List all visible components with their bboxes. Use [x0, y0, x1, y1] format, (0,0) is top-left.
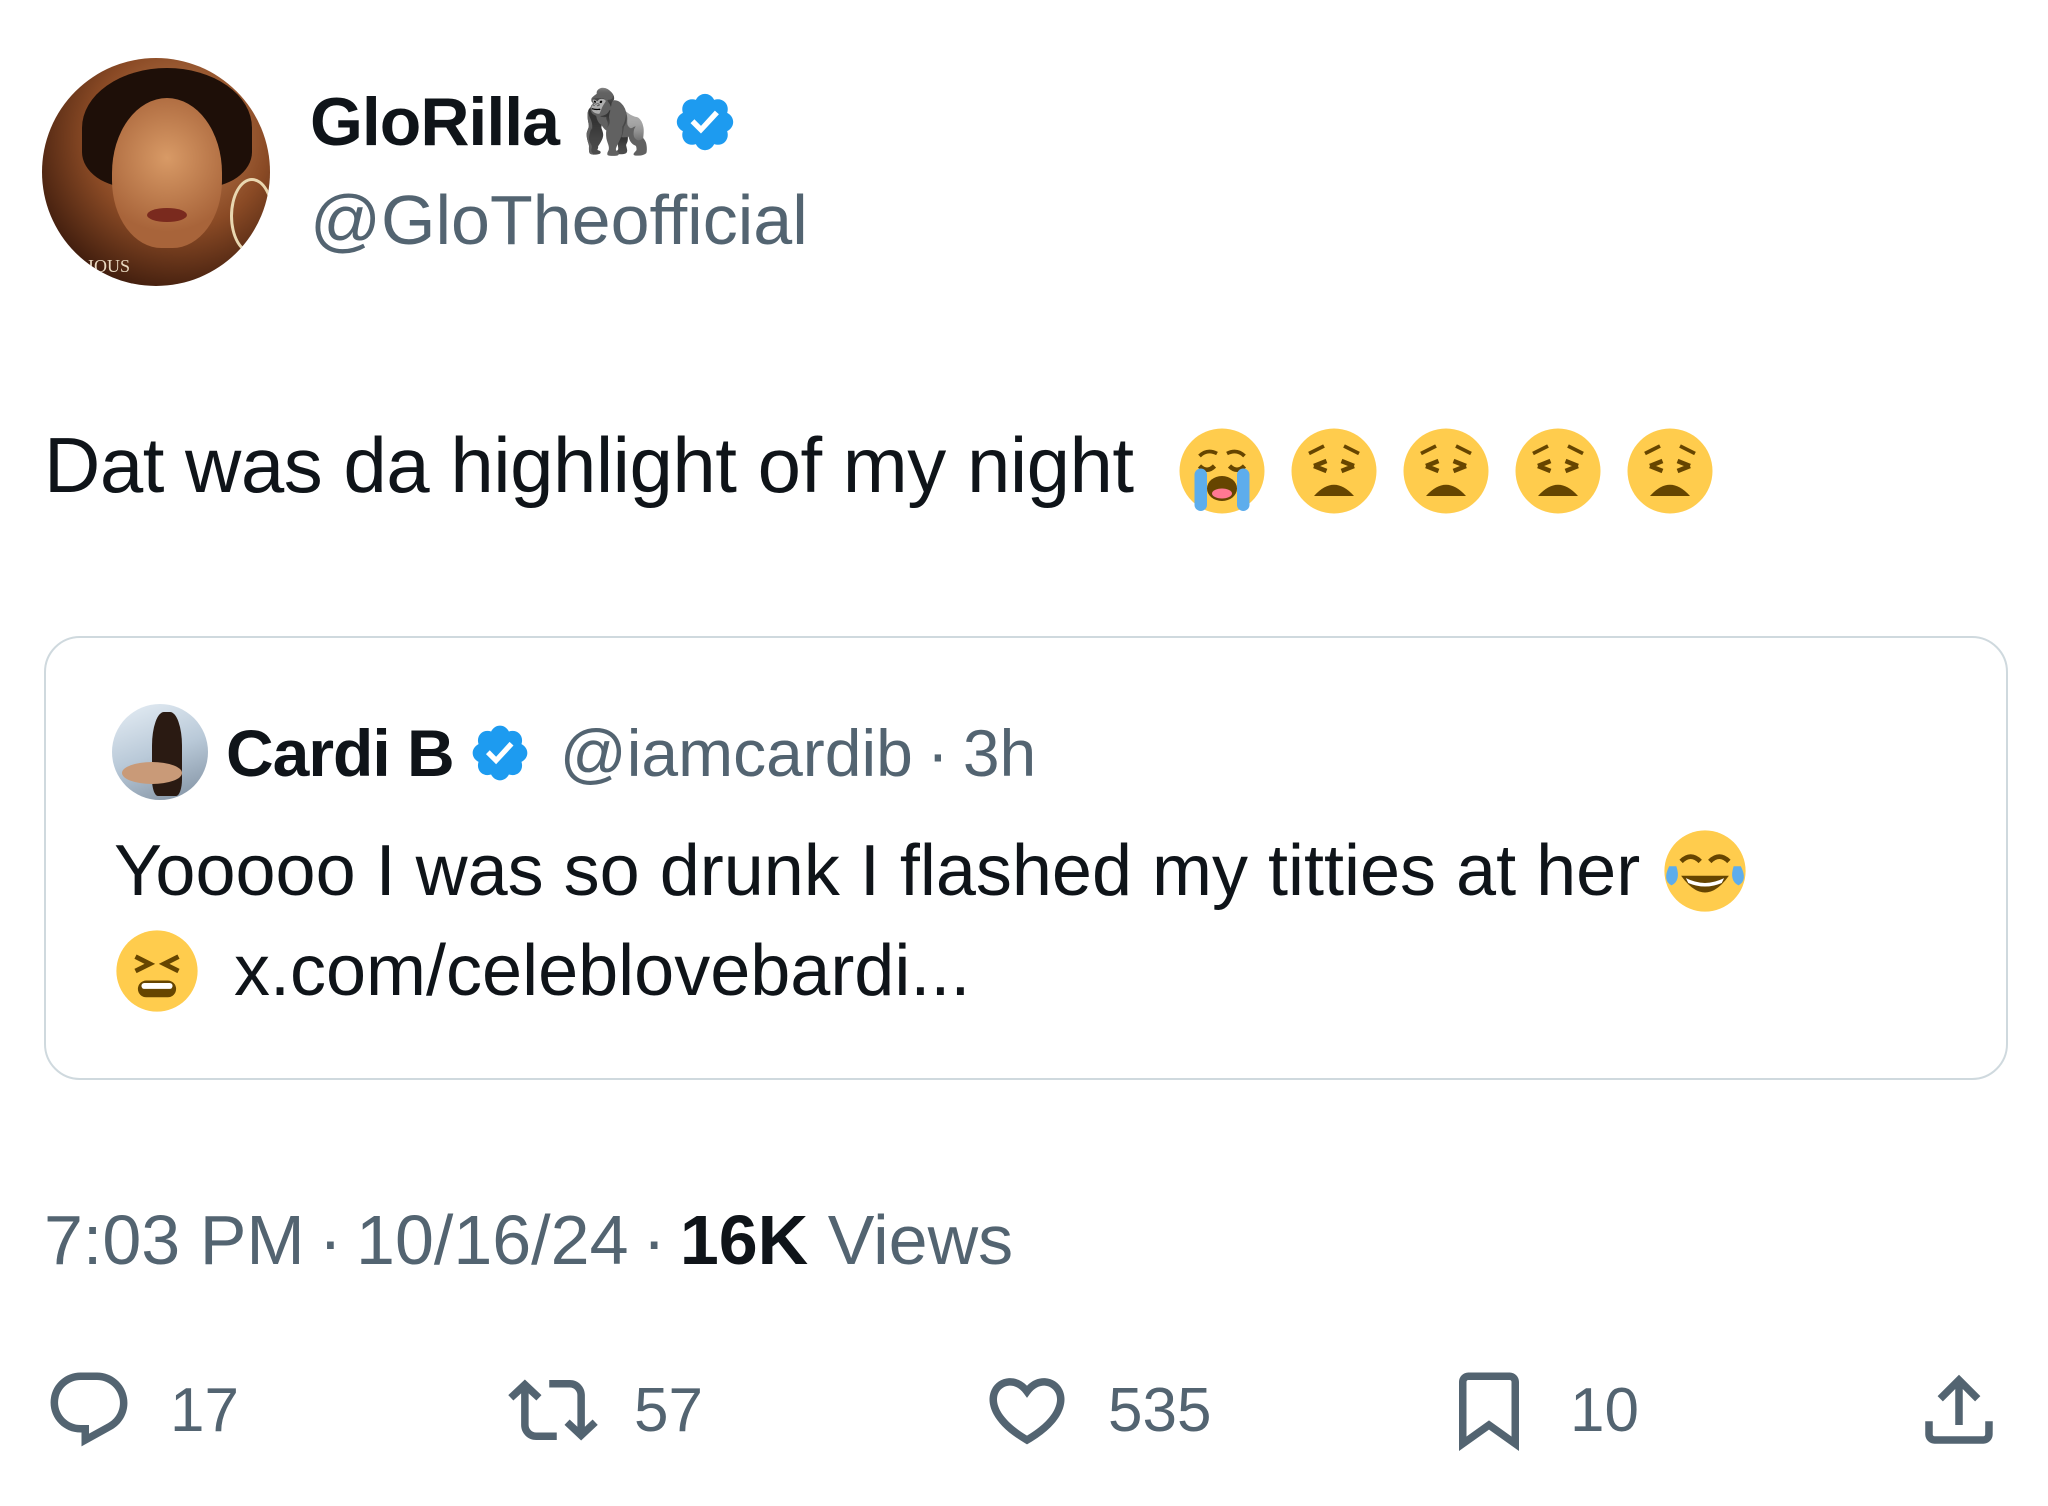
author-avatar[interactable]: IOUS	[42, 58, 270, 286]
views-count[interactable]: 16K	[680, 1201, 808, 1279]
author-handle[interactable]: @GloTheofficial	[310, 180, 808, 260]
crying-face-icon	[1179, 428, 1265, 514]
meta-separator: ·	[642, 1201, 666, 1279]
post-time[interactable]: 7:03 PM	[44, 1201, 305, 1279]
gorilla-emoji-icon: 🦍	[576, 85, 655, 158]
verified-badge-icon	[472, 725, 528, 781]
tired-face-icon	[116, 930, 198, 1012]
post-text-row: Dat was da highlight of my night	[44, 420, 1715, 516]
weary-face-icon	[1627, 428, 1713, 514]
verified-badge-icon	[676, 93, 734, 151]
reply-icon	[50, 1372, 128, 1447]
repost-button[interactable]: 57	[508, 1360, 703, 1460]
heart-icon	[989, 1378, 1065, 1445]
reply-button[interactable]: 17	[44, 1360, 239, 1460]
tweet: IOUS GloRilla 🦍 @GloTheofficial Dat was …	[0, 0, 2048, 1506]
quoted-timestamp[interactable]: 3h	[963, 715, 1036, 791]
reply-count: 17	[170, 1375, 239, 1445]
quoted-avatar-figure-detail	[122, 762, 182, 784]
bookmark-button[interactable]: 10	[1444, 1360, 1639, 1460]
like-button[interactable]: 535	[982, 1360, 1211, 1460]
quoted-text: Yooooo I was so drunk I flashed my titti…	[114, 831, 1641, 911]
avatar-lips	[147, 208, 187, 222]
avatar-earring	[230, 178, 270, 254]
meta-separator: ·	[318, 1201, 343, 1279]
share-icon	[1925, 1374, 1993, 1444]
post-emojis	[1177, 426, 1715, 516]
weary-face-icon	[1515, 428, 1601, 514]
share-button[interactable]	[1914, 1360, 2004, 1460]
bookmark-count: 10	[1570, 1375, 1639, 1445]
weary-face-icon	[1403, 428, 1489, 514]
quoted-tweet-card[interactable]: Cardi B @iamcardib · 3h Yooooo I was so …	[44, 636, 2008, 1080]
quoted-handle[interactable]: @iamcardib	[560, 715, 913, 791]
post-text: Dat was da highlight of my night	[44, 421, 1134, 509]
bookmark-icon	[1459, 1372, 1519, 1452]
repost-count: 57	[634, 1375, 703, 1445]
quoted-name-row: Cardi B @iamcardib · 3h	[226, 708, 1036, 798]
views-label: Views	[827, 1201, 1014, 1279]
quoted-separator: ·	[926, 716, 949, 790]
author-name-row: GloRilla 🦍	[310, 82, 738, 162]
quoted-link-line: x.com/celeblovebardi...	[114, 928, 970, 1014]
quoted-link[interactable]: x.com/celeblovebardi...	[234, 930, 970, 1012]
weary-face-icon	[1291, 428, 1377, 514]
author-display-name[interactable]: GloRilla	[310, 83, 560, 161]
tweet-meta: 7:03 PM · 10/16/24 · 16K Views	[44, 1200, 1013, 1280]
like-count: 535	[1108, 1375, 1212, 1445]
quoted-author-avatar[interactable]	[112, 704, 208, 800]
quoted-display-name[interactable]: Cardi B	[226, 715, 455, 791]
action-bar: 17 57 535 10	[0, 1360, 2048, 1460]
tears-of-joy-icon	[1664, 830, 1746, 912]
avatar-face	[112, 98, 222, 248]
post-date[interactable]: 10/16/24	[356, 1201, 628, 1279]
quoted-text-line: Yooooo I was so drunk I flashed my titti…	[114, 828, 1748, 914]
repost-icon	[508, 1379, 598, 1441]
avatar-caption: IOUS	[88, 256, 131, 276]
